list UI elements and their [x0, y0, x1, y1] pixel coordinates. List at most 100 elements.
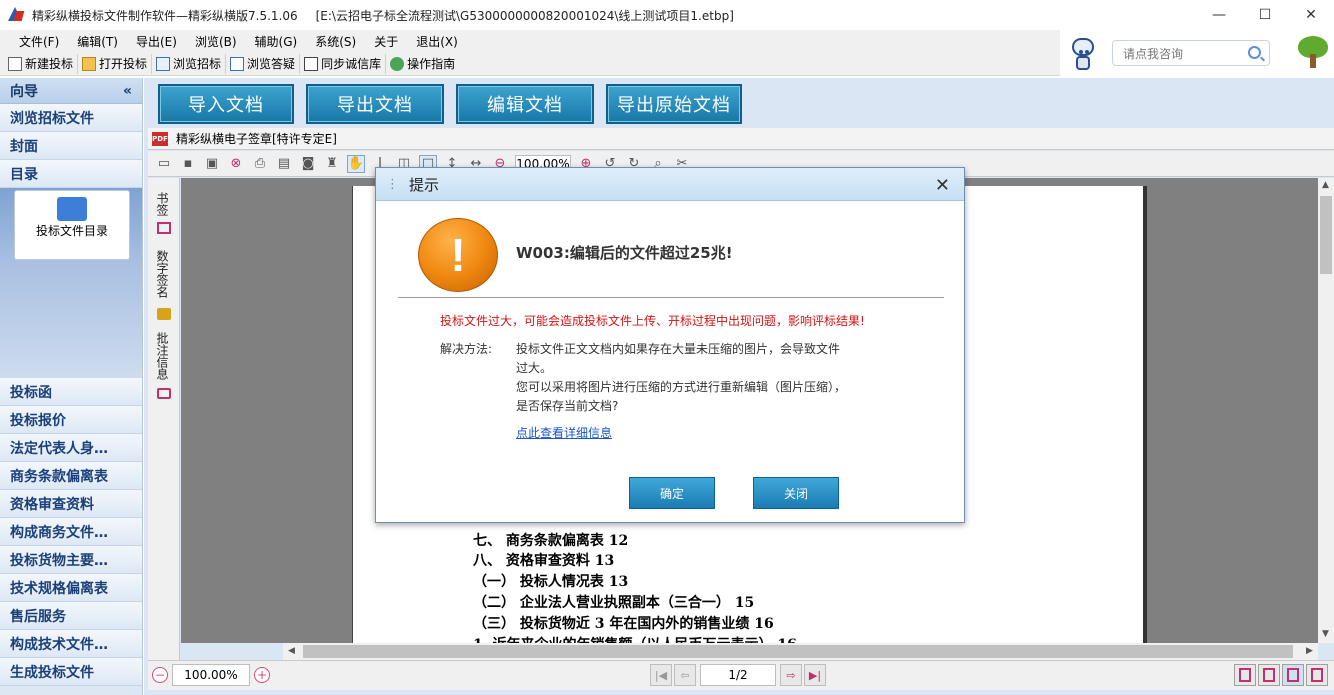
cancel-icon[interactable]: ⊗ [227, 155, 245, 173]
consult-placeholder: 请点我咨询 [1123, 46, 1184, 61]
save-icon[interactable]: ▪ [179, 155, 197, 173]
confirm-button[interactable]: 确定 [629, 477, 715, 509]
nav-after-sales[interactable]: 售后服务 [0, 602, 142, 630]
menu-about[interactable]: 关于 [374, 33, 398, 50]
export-document-button[interactable]: 导出文档 [306, 84, 444, 124]
dialog-title-bar[interactable]: ⋮ 提示 ✕ [376, 168, 964, 201]
nav-main-goods[interactable]: 投标货物主要… [0, 546, 142, 574]
sync-credit-label: 同步诚信库 [321, 57, 382, 71]
import-document-button[interactable]: 导入文档 [158, 84, 294, 124]
details-link[interactable]: 点此查看详细信息 [516, 424, 612, 441]
title-bar: 精彩纵横投标文件制作软件—精彩纵横版7.5.1.06 [E:\云招电子标全流程测… [0, 0, 1334, 30]
tab-digital-signature[interactable]: 数字签名 [154, 250, 171, 298]
document-tab[interactable]: PDF 精彩纵横电子签章[特许专定E] [148, 128, 1334, 150]
guide-button[interactable]: 操作指南 [386, 54, 459, 74]
guide-label: 操作指南 [407, 57, 456, 71]
horizontal-scrollbar[interactable]: ◀ ▶ [283, 643, 1318, 660]
bookmark-icon [157, 222, 171, 234]
scroll-right-icon[interactable]: ▶ [1306, 646, 1313, 656]
menu-export[interactable]: 导出(E) [136, 33, 177, 50]
nav-legal-rep[interactable]: 法定代表人身… [0, 434, 142, 462]
pdf-side-tabs: 书签 数字签名 批注信息 [148, 178, 180, 661]
toc-line: （三） 投标货物近 3 年在国内外的销售业绩 16 [473, 616, 774, 632]
open-bid-button[interactable]: 打开投标 [78, 53, 153, 74]
scroll-left-icon[interactable]: ◀ [288, 646, 295, 656]
prev-page-icon[interactable]: ⇦ [674, 664, 696, 686]
warning-icon: ! [418, 218, 498, 292]
browse-tender-button[interactable]: 浏览招标 [152, 53, 227, 74]
status-zoom-field[interactable]: 100.00% [172, 664, 250, 686]
continuous-two-page-view-icon[interactable] [1306, 664, 1328, 686]
bid-toc-card[interactable]: 投标文件目录 [14, 190, 130, 260]
pdf-icon: PDF [152, 131, 168, 146]
continuous-view-icon[interactable] [1282, 664, 1304, 686]
header-right-area: 请点我咨询 [1060, 30, 1334, 76]
two-page-view-icon[interactable] [1258, 664, 1280, 686]
zoom-in-button[interactable]: + [254, 667, 270, 683]
robot-assistant-icon[interactable] [1068, 34, 1098, 72]
dialog-title: 提示 [409, 175, 440, 194]
last-page-icon[interactable]: ▶| [804, 664, 826, 686]
menu-file[interactable]: 文件(F) [19, 33, 59, 50]
tab-bookmarks[interactable]: 书签 [154, 192, 171, 216]
single-page-view-icon[interactable] [1234, 664, 1256, 686]
close-window-button[interactable]: ✕ [1288, 0, 1334, 30]
nav-toc[interactable]: 目录 [0, 160, 142, 188]
nav-tech-docs[interactable]: 构成技术文件… [0, 630, 142, 658]
menu-edit[interactable]: 编辑(T) [77, 33, 118, 50]
solution-line: 您可以采用将图片进行压缩的方式进行重新编辑（图片压缩）， [516, 380, 847, 394]
minimize-button[interactable]: — [1196, 0, 1242, 30]
browse-qa-button[interactable]: 浏览答疑 [226, 53, 301, 74]
vertical-scrollbar[interactable]: ▲ ▼ [1318, 178, 1334, 643]
menu-system[interactable]: 系统(S) [315, 33, 356, 50]
close-dialog-button[interactable]: 关闭 [753, 477, 839, 509]
save-as-icon[interactable]: ▣ [203, 155, 221, 173]
wizard-header: 向导 « [0, 78, 142, 104]
stamp-icon[interactable]: ♜ [323, 155, 341, 173]
first-page-icon[interactable]: |◀ [650, 664, 672, 686]
page-indicator[interactable]: 1/2 [700, 664, 776, 686]
menu-assist[interactable]: 辅助(G) [255, 33, 298, 50]
solution-label: 解决方法: [440, 342, 493, 356]
horizontal-scroll-thumb[interactable] [303, 645, 1293, 658]
vertical-scroll-thumb[interactable] [1320, 196, 1332, 274]
scroll-down-icon[interactable]: ▼ [1322, 629, 1329, 639]
next-page-icon[interactable]: ⇨ [780, 664, 802, 686]
sync-credit-button[interactable]: 同步诚信库 [300, 53, 387, 74]
collapse-sidebar-button[interactable]: « [123, 83, 132, 99]
nav-cover[interactable]: 封面 [0, 132, 142, 160]
document-actions: 导入文档 导出文档 编辑文档 导出原始文档 [158, 84, 742, 124]
dialog-divider [398, 297, 944, 298]
lock-icon [157, 308, 171, 320]
new-bid-button[interactable]: 新建投标 [4, 53, 79, 74]
binoculars-icon[interactable]: ◙ [299, 155, 317, 173]
drag-grip-icon[interactable]: ⋮ [386, 177, 399, 192]
zoom-out-button[interactable]: − [152, 667, 168, 683]
dialog-headline: W003:编辑后的文件超过25兆! [516, 244, 733, 262]
tab-annotations[interactable]: 批注信息 [154, 332, 171, 380]
dialog-close-button[interactable]: ✕ [935, 175, 950, 196]
hand-tool-icon[interactable]: ✋ [347, 154, 365, 173]
export-original-button[interactable]: 导出原始文档 [606, 84, 742, 124]
nav-qualification[interactable]: 资格审查资料 [0, 490, 142, 518]
menu-browse[interactable]: 浏览(B) [195, 33, 237, 50]
nav-bid-quote[interactable]: 投标报价 [0, 406, 142, 434]
print-icon[interactable]: ⎙ [251, 155, 269, 173]
search-icon[interactable] [1248, 46, 1261, 59]
nav-commercial-deviation[interactable]: 商务条款偏离表 [0, 462, 142, 490]
nav-bid-letter[interactable]: 投标函 [0, 378, 142, 406]
wizard-sidebar: 向导 « 浏览招标文件 封面 目录 投标文件目录 投标函 投标报价 法定代表人身… [0, 78, 143, 695]
nav-browse-tender[interactable]: 浏览招标文件 [0, 104, 142, 132]
edit-document-button[interactable]: 编辑文档 [456, 84, 594, 124]
open-icon[interactable]: ▭ [155, 155, 173, 173]
qa-icon [230, 56, 245, 71]
window-file-path: [E:\云招电子标全流程测试\G5300000000820001024\线上测试… [315, 8, 734, 23]
nav-tech-deviation[interactable]: 技术规格偏离表 [0, 574, 142, 602]
scroll-up-icon[interactable]: ▲ [1322, 180, 1329, 190]
nav-generate-bid[interactable]: 生成投标文件 [0, 658, 142, 686]
consult-search-input[interactable]: 请点我咨询 [1112, 40, 1270, 66]
maximize-button[interactable]: ☐ [1242, 0, 1288, 30]
properties-icon[interactable]: ▤ [275, 155, 293, 173]
nav-commercial-docs[interactable]: 构成商务文件… [0, 518, 142, 546]
menu-exit[interactable]: 退出(X) [416, 33, 458, 50]
